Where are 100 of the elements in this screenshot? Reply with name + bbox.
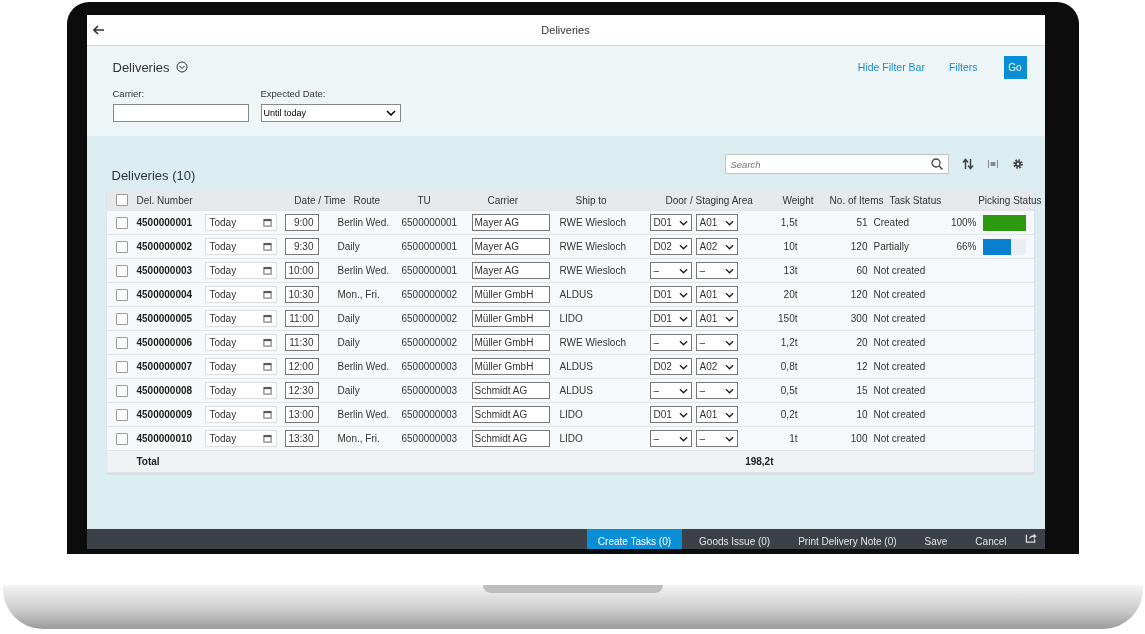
row-checkbox[interactable]: [115, 408, 128, 421]
chevron-down-icon[interactable]: [724, 219, 734, 226]
chevron-down-icon[interactable]: [724, 363, 734, 370]
carrier-input[interactable]: Müller GmbH: [471, 358, 550, 375]
staging-area-dropdown[interactable]: A01: [695, 286, 738, 303]
chevron-down-icon[interactable]: [678, 267, 688, 274]
row-checkbox[interactable]: [115, 384, 128, 397]
row-checkbox[interactable]: [115, 264, 128, 277]
back-arrow-icon[interactable]: [92, 25, 105, 35]
staging-area-dropdown[interactable]: A02: [695, 358, 738, 375]
carrier-input[interactable]: Müller GmbH: [471, 334, 550, 351]
carrier-input[interactable]: Müller GmbH: [471, 310, 550, 327]
door-dropdown[interactable]: –: [649, 262, 692, 279]
carrier-input[interactable]: [112, 104, 249, 122]
row-checkbox[interactable]: [115, 336, 128, 349]
chevron-down-icon[interactable]: [724, 315, 734, 322]
sort-icon[interactable]: [961, 158, 974, 170]
chevron-down-icon[interactable]: [724, 411, 734, 418]
carrier-input[interactable]: Mayer AG: [471, 238, 550, 255]
time-input[interactable]: 10:00: [284, 262, 319, 279]
chevron-down-icon[interactable]: [678, 339, 688, 346]
hide-filter-bar-link[interactable]: Hide Filter Bar: [857, 61, 925, 73]
time-input[interactable]: 12:00: [284, 358, 319, 375]
staging-area-dropdown[interactable]: A02: [695, 238, 738, 255]
calendar-icon[interactable]: [262, 386, 272, 395]
date-picker[interactable]: Today: [204, 214, 277, 231]
calendar-icon[interactable]: [262, 266, 272, 275]
staging-area-dropdown[interactable]: –: [695, 382, 738, 399]
create-tasks-button[interactable]: Create Tasks (0): [586, 529, 683, 549]
chevron-down-icon[interactable]: [724, 267, 734, 274]
date-picker[interactable]: Today: [204, 358, 277, 375]
carrier-input[interactable]: Müller GmbH: [471, 286, 550, 303]
date-picker[interactable]: Today: [204, 406, 277, 423]
carrier-input[interactable]: Mayer AG: [471, 262, 550, 279]
calendar-icon[interactable]: [262, 242, 272, 251]
date-picker[interactable]: Today: [204, 286, 277, 303]
door-dropdown[interactable]: D01: [649, 406, 692, 423]
door-dropdown[interactable]: –: [649, 334, 692, 351]
staging-area-dropdown[interactable]: –: [695, 334, 738, 351]
chevron-down-icon[interactable]: [385, 110, 396, 116]
calendar-icon[interactable]: [262, 218, 272, 227]
footer-button[interactable]: Save: [913, 529, 959, 549]
time-input[interactable]: 10:30: [284, 286, 319, 303]
chevron-down-icon[interactable]: [678, 243, 688, 250]
door-dropdown[interactable]: D02: [649, 238, 692, 255]
chevron-down-icon[interactable]: [678, 435, 688, 442]
search-icon[interactable]: [930, 158, 943, 170]
footer-button[interactable]: Cancel: [964, 529, 1018, 549]
filters-link[interactable]: Filters: [948, 61, 978, 73]
calendar-icon[interactable]: [262, 338, 272, 347]
door-dropdown[interactable]: D01: [649, 310, 692, 327]
carrier-input[interactable]: Schmidt AG: [471, 382, 550, 399]
time-input[interactable]: 9:00: [284, 214, 319, 231]
staging-area-dropdown[interactable]: A01: [695, 406, 738, 423]
row-checkbox[interactable]: [115, 288, 128, 301]
chevron-circle-icon[interactable]: [175, 61, 188, 73]
calendar-icon[interactable]: [262, 362, 272, 371]
door-dropdown[interactable]: D01: [649, 214, 692, 231]
staging-area-dropdown[interactable]: A01: [695, 214, 738, 231]
chevron-down-icon[interactable]: [724, 339, 734, 346]
row-checkbox[interactable]: [115, 360, 128, 373]
date-dropdown[interactable]: Until today: [260, 104, 401, 122]
chevron-down-icon[interactable]: [678, 219, 688, 226]
row-checkbox[interactable]: [115, 240, 128, 253]
go-button[interactable]: Go: [1003, 55, 1027, 79]
chevron-down-icon[interactable]: [678, 411, 688, 418]
settings-icon[interactable]: [1011, 158, 1024, 170]
footer-button[interactable]: Goods Issue (0): [688, 529, 782, 549]
chevron-down-icon[interactable]: [724, 243, 734, 250]
carrier-input[interactable]: Mayer AG: [471, 214, 550, 231]
chevron-down-icon[interactable]: [724, 291, 734, 298]
time-input[interactable]: 12:30: [284, 382, 319, 399]
search-field[interactable]: Search: [724, 154, 949, 174]
time-input[interactable]: 13:30: [284, 430, 319, 447]
date-picker[interactable]: Today: [204, 430, 277, 447]
time-input[interactable]: 13:00: [284, 406, 319, 423]
chevron-down-icon[interactable]: [678, 363, 688, 370]
chevron-down-icon[interactable]: [678, 387, 688, 394]
door-dropdown[interactable]: D02: [649, 358, 692, 375]
chevron-down-icon[interactable]: [724, 387, 734, 394]
door-dropdown[interactable]: –: [649, 430, 692, 447]
time-input[interactable]: 11:30: [284, 334, 319, 351]
chevron-down-icon[interactable]: [678, 315, 688, 322]
time-input[interactable]: 11:00: [284, 310, 319, 327]
date-picker[interactable]: Today: [204, 310, 277, 327]
select-all-checkbox[interactable]: [115, 194, 128, 206]
staging-area-dropdown[interactable]: A01: [695, 310, 738, 327]
time-input[interactable]: 9:30: [284, 238, 319, 255]
footer-button[interactable]: Print Delivery Note (0): [787, 529, 908, 549]
date-picker[interactable]: Today: [204, 382, 277, 399]
calendar-icon[interactable]: [262, 410, 272, 419]
date-picker[interactable]: Today: [204, 262, 277, 279]
chevron-down-icon[interactable]: [724, 435, 734, 442]
calendar-icon[interactable]: [262, 434, 272, 443]
share-icon[interactable]: [1024, 532, 1037, 543]
staging-area-dropdown[interactable]: –: [695, 430, 738, 447]
door-dropdown[interactable]: D01: [649, 286, 692, 303]
row-checkbox[interactable]: [115, 312, 128, 325]
door-dropdown[interactable]: –: [649, 382, 692, 399]
calendar-icon[interactable]: [262, 314, 272, 323]
